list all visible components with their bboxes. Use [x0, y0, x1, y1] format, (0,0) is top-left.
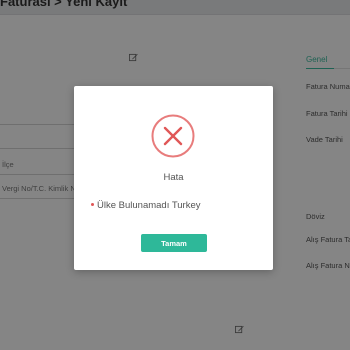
- bullet-icon: [91, 202, 94, 206]
- error-x-icon: [151, 114, 195, 158]
- ok-button[interactable]: Tamam: [141, 234, 207, 252]
- dialog-title: Hata: [163, 172, 184, 183]
- dialog-message-text: Ülke Bulunamadı Turkey: [97, 200, 201, 211]
- dialog-message: Ülke Bulunamadı Turkey: [91, 200, 201, 211]
- error-dialog: Hata Ülke Bulunamadı Turkey Tamam: [74, 86, 273, 270]
